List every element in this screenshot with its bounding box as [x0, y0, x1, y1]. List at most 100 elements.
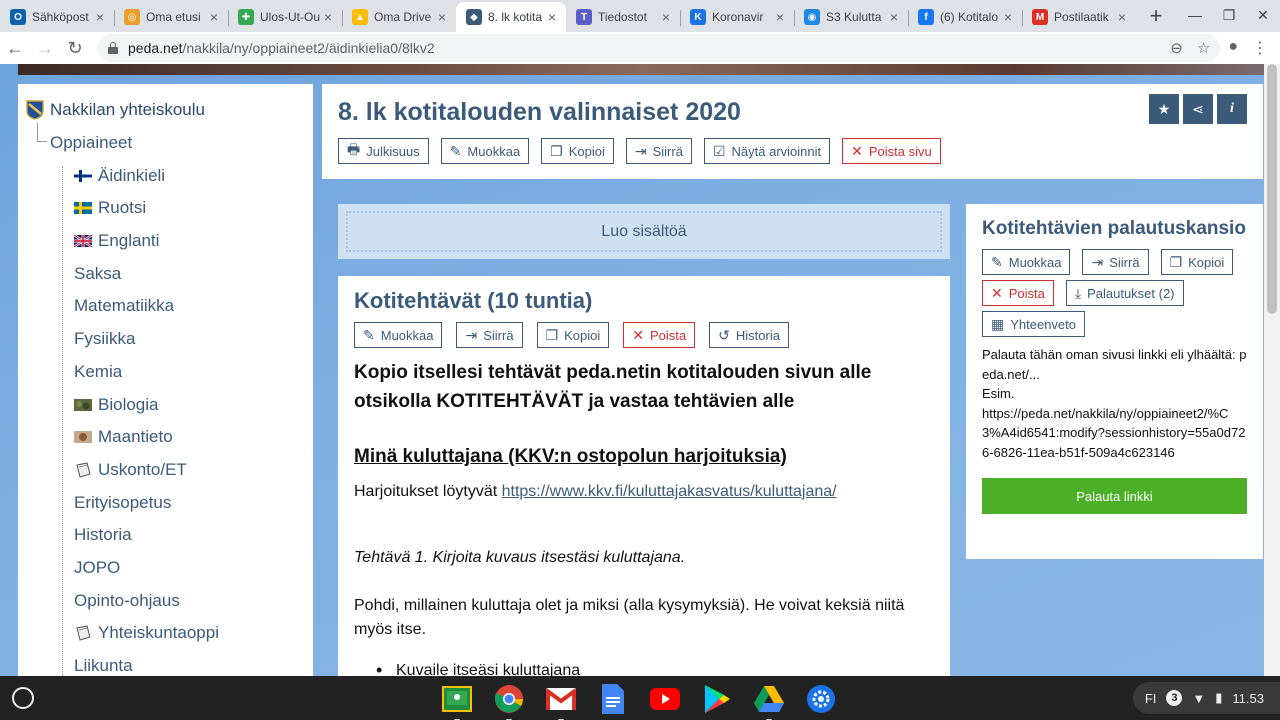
submissions-label: Palautukset (2)	[1087, 285, 1175, 301]
classroom-icon[interactable]	[440, 682, 474, 720]
forward-icon[interactable]: →	[30, 38, 60, 59]
info-icon[interactable]: i	[1217, 94, 1247, 124]
task-1-heading: Tehtävä 1. Kirjoita kuvaus itsestäsi kul…	[354, 549, 686, 566]
content-actions: ✎ Muokkaa ⇥ Siirrä ❐ Kopioi ✕ Poista ↺ Histor…	[354, 322, 934, 348]
book-icon	[74, 625, 98, 641]
tab-close-icon[interactable]: ×	[206, 9, 222, 25]
show-grades-label: Näytä arvioinnit	[731, 143, 822, 159]
zoom-icon[interactable]: ⊖	[1170, 39, 1183, 57]
edit-page-button[interactable]: ✎ Muokkaa	[440, 138, 530, 164]
star-icon[interactable]: ★	[1149, 94, 1179, 124]
scrollbar-thumb[interactable]	[1267, 64, 1277, 314]
copy-icon: ❐	[550, 142, 563, 159]
copy-label: Kopioi	[1188, 254, 1225, 270]
tab-close-icon[interactable]: ×	[772, 9, 788, 25]
folder-edit-button[interactable]: ✎ Muokkaa	[982, 249, 1071, 275]
browser-tab[interactable]: K Koronavir ×	[680, 2, 794, 32]
exercises-paragraph: Harjoitukset löytyvät https://www.kkv.fi…	[354, 480, 934, 504]
close-window-icon[interactable]: ✕	[1246, 7, 1280, 24]
reload-icon[interactable]: ↻	[60, 38, 90, 59]
browser-tab[interactable]: ◆ 8. lk kotita ×	[456, 2, 566, 32]
copy-label: Kopioi	[564, 327, 601, 343]
copy-page-button[interactable]: ❐ Kopioi	[541, 138, 614, 164]
submit-link-button[interactable]: Palauta linkki	[982, 478, 1247, 514]
se-flag-icon	[74, 202, 98, 215]
lock-icon	[108, 42, 118, 54]
return-folder-card: Kotitehtävien palautuskansio ✎ Muokkaa ⇥ S…	[966, 204, 1263, 559]
sidebar-item-label: Äidinkieli	[98, 165, 166, 185]
minimize-icon[interactable]: —	[1178, 7, 1212, 23]
browser-tab[interactable]: T Tiedostot ×	[566, 2, 680, 32]
url-host: peda.net	[128, 40, 183, 56]
content-delete-button[interactable]: ✕ Poista	[623, 322, 696, 348]
browser-tab[interactable]: ◉ S3 Kulutta ×	[794, 2, 908, 32]
settings-icon[interactable]	[804, 682, 838, 716]
tab-close-icon[interactable]: ×	[886, 9, 902, 25]
content-history-button[interactable]: ↺ Historia	[709, 322, 789, 348]
share-icon[interactable]: ⋖	[1183, 94, 1213, 124]
url-path: /nakkila/ny/oppiaineet2/äidinkielia0/8lk…	[182, 40, 435, 56]
folder-delete-button[interactable]: ✕ Poista	[982, 280, 1054, 306]
browser-tab[interactable]: ◎ Oma etusi ×	[114, 2, 228, 32]
gmail-icon: M	[1032, 9, 1048, 25]
youtube-icon[interactable]	[648, 682, 682, 716]
delete-page-label: Poista sivu	[868, 143, 932, 159]
peda-icon: ◆	[466, 9, 482, 25]
docs-icon[interactable]	[596, 682, 630, 716]
status-tray[interactable]: FI 3 ▼ ▮ 11.53	[1132, 682, 1280, 714]
move-page-button[interactable]: ⇥ Siirrä	[625, 138, 692, 164]
tab-close-icon[interactable]: ×	[544, 9, 560, 25]
language-indicator: FI	[1144, 690, 1157, 706]
show-grades-button[interactable]: ☑ Näytä arvioinnit	[703, 138, 831, 164]
folder-copy-button[interactable]: ❐ Kopioi	[1160, 249, 1234, 275]
sidebar-item-label: Kemia	[74, 361, 123, 381]
address-bar[interactable]: peda.net/nakkila/ny/oppiaineet2/äidinkie…	[98, 34, 1221, 62]
content-edit-button[interactable]: ✎ Muokkaa	[354, 322, 443, 348]
bio-flag-icon	[74, 398, 98, 411]
browser-tab[interactable]: ✚ Ulos-Ut-Ou ×	[228, 2, 342, 32]
browser-tab[interactable]: f (6) Kotitalo ×	[908, 2, 1022, 32]
tab-close-icon[interactable]: ×	[1000, 9, 1016, 25]
tab-close-icon[interactable]: ×	[658, 9, 674, 25]
incognito-icon[interactable]: ●	[1228, 38, 1238, 58]
browser-tab[interactable]: ▲ Oma Drive ×	[342, 2, 456, 32]
delete-page-button[interactable]: ✕ Poista sivu	[842, 138, 941, 164]
create-content-area[interactable]: Luo sisältöä	[338, 204, 950, 259]
submissions-button[interactable]: ⤓ Palautukset (2)	[1065, 280, 1184, 306]
drive-icon[interactable]	[752, 682, 786, 720]
tab-title: S3 Kulutta	[826, 10, 882, 24]
folder-move-button[interactable]: ⇥ Siirrä	[1082, 249, 1149, 275]
back-icon[interactable]: ←	[0, 38, 30, 59]
launcher-icon[interactable]	[12, 687, 34, 709]
publicity-button[interactable]: 🖶 Julkisuus	[338, 138, 429, 164]
tab-close-icon[interactable]: ×	[320, 9, 336, 25]
sidebar-item-label: Ruotsi	[98, 198, 147, 218]
play-store-icon[interactable]	[700, 682, 734, 716]
restore-icon[interactable]: ❐	[1212, 7, 1246, 24]
new-tab-icon[interactable]: +	[1142, 2, 1170, 30]
edit-label: Muokkaa	[1008, 254, 1062, 270]
page-scrollbar[interactable]	[1264, 64, 1280, 676]
tab-close-icon[interactable]: ×	[1114, 9, 1130, 25]
tab-title: Ulos-Ut-Ou	[260, 10, 320, 24]
sidebar-item-parent[interactable]: Oppiaineet	[18, 122, 313, 160]
gb-flag-icon	[74, 235, 98, 248]
tab-close-icon[interactable]: ×	[92, 9, 108, 25]
tab-close-icon[interactable]: ×	[434, 9, 450, 25]
bookmark-star-icon[interactable]: ☆	[1197, 39, 1210, 57]
summary-button[interactable]: ▦ Yhteenveto	[982, 311, 1086, 337]
menu-icon[interactable]: ⋮	[1252, 38, 1268, 58]
exercises-prefix: Harjoitukset löytyvät	[354, 483, 502, 500]
browser-tab[interactable]: O Sähköpost ×	[0, 2, 114, 32]
gmail-icon[interactable]	[544, 682, 578, 720]
publicity-label: Julkisuus	[366, 143, 420, 159]
content-copy-button[interactable]: ❐ Kopioi	[536, 322, 610, 348]
chrome-icon[interactable]	[492, 682, 526, 720]
sidebar-item-root[interactable]: Nakkilan yhteiskoulu	[18, 94, 313, 127]
content-block: Kotitehtävät (10 tuntia) ✎ Muokkaa ⇥ Siirr…	[338, 276, 950, 676]
browser-tab[interactable]: M Postilaatik ×	[1022, 2, 1136, 32]
return-folder-actions: ✎ Muokkaa ⇥ Siirrä ❐ Kopioi ✕ Poista ⤓ Palaut…	[982, 249, 1247, 337]
content-move-button[interactable]: ⇥ Siirrä	[456, 322, 523, 348]
move-icon: ⇥	[634, 142, 647, 159]
exercises-link[interactable]: https://www.kkv.fi/kuluttajakasvatus/kul…	[502, 483, 837, 500]
